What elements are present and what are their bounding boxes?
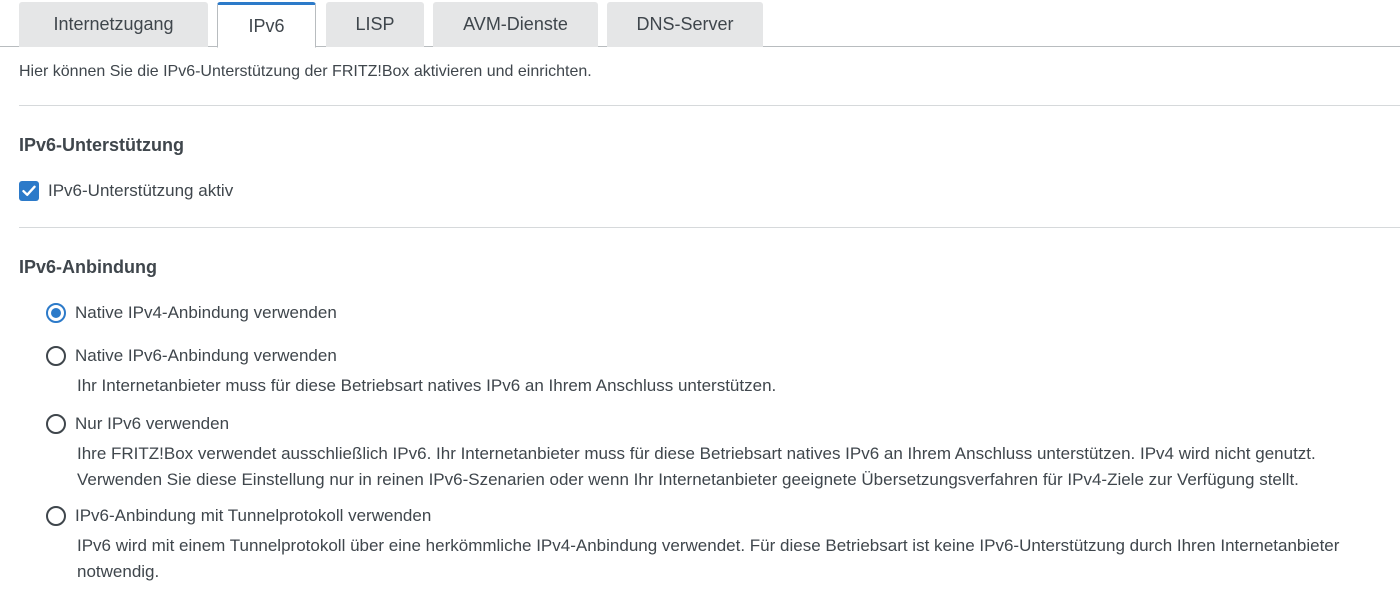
radio-description: Ihre FRITZ!Box verwendet ausschließlich … <box>77 444 1316 489</box>
radio-native-ipv4[interactable]: Native IPv4-Anbindung verwenden <box>46 303 337 323</box>
tab-dns-server[interactable]: DNS-Server <box>607 2 763 47</box>
tab-ipv6[interactable]: IPv6 <box>217 2 316 48</box>
section-title-ipv6-binding: IPv6-Anbindung <box>19 257 157 277</box>
intro-text: Hier können Sie die IPv6-Unterstützung d… <box>19 63 592 80</box>
ipv6-support-checkbox-row[interactable]: IPv6-Unterstützung aktiv <box>19 181 233 201</box>
tab-label: AVM-Dienste <box>463 14 568 34</box>
radio-native-ipv6[interactable]: Native IPv6-Anbindung verwenden <box>46 346 337 366</box>
tab-label: Internetzugang <box>53 14 174 34</box>
radio-button[interactable] <box>46 414 66 434</box>
tab-label: IPv6 <box>248 15 285 36</box>
tab-bar: Internetzugang IPv6 LISP AVM-Dienste DNS… <box>0 0 1400 48</box>
radio-tunnel-protocol[interactable]: IPv6-Anbindung mit Tunnelprotokoll verwe… <box>46 506 431 526</box>
radio-label: Native IPv6-Anbindung verwenden <box>75 346 337 365</box>
section-title-ipv6-support: IPv6-Unterstützung <box>19 135 185 155</box>
ipv6-support-checkbox-label: IPv6-Unterstützung aktiv <box>48 181 234 200</box>
radio-description: IPv6 wird mit einem Tunnelprotokoll über… <box>77 536 1340 581</box>
radio-label: IPv6-Anbindung mit Tunnelprotokoll verwe… <box>75 506 432 525</box>
tab-label: LISP <box>355 14 395 34</box>
tab-internetzugang[interactable]: Internetzugang <box>19 2 208 47</box>
radio-only-ipv6[interactable]: Nur IPv6 verwenden <box>46 414 229 434</box>
radio-label: Native IPv4-Anbindung verwenden <box>75 303 337 322</box>
tab-avm-dienste[interactable]: AVM-Dienste <box>433 2 598 47</box>
tab-lisp[interactable]: LISP <box>326 2 424 47</box>
radio-description: Ihr Internetanbieter muss für diese Betr… <box>77 376 777 395</box>
divider <box>19 227 1400 228</box>
divider <box>19 105 1400 106</box>
radio-label: Nur IPv6 verwenden <box>75 414 230 433</box>
checkmark-icon <box>22 185 36 196</box>
ipv6-support-checkbox[interactable] <box>19 181 39 201</box>
radio-button[interactable] <box>46 506 66 526</box>
tab-label: DNS-Server <box>636 14 734 34</box>
radio-button[interactable] <box>46 346 66 366</box>
radio-button-selected[interactable] <box>46 303 66 323</box>
